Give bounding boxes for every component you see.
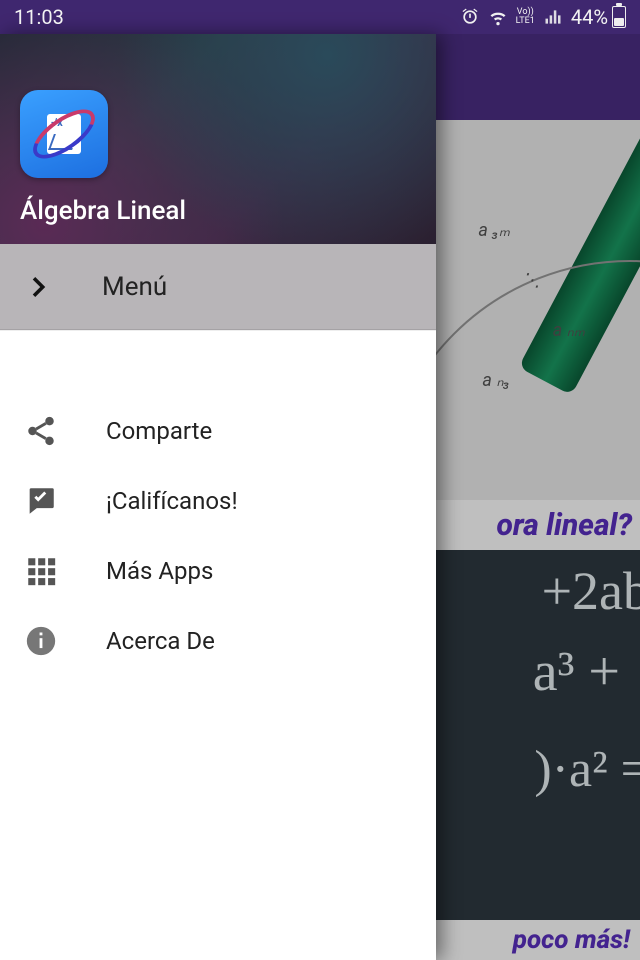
wifi-icon (488, 7, 508, 27)
battery-fill (614, 18, 624, 26)
chevron-right-icon (24, 272, 54, 302)
lte-indicator: Vo)) LTE1 (516, 8, 535, 26)
alarm-icon (460, 7, 480, 27)
status-bar: 11:03 Vo)) LTE1 44% (0, 0, 640, 34)
drawer-menu-button[interactable]: Menú (0, 244, 436, 330)
app-title: Álgebra Lineal (20, 196, 416, 226)
drawer-item-label: Más Apps (106, 557, 213, 585)
battery-indicator: 44% (571, 5, 626, 29)
drawer-scrim[interactable] (436, 34, 640, 960)
drawer-list: Comparte ¡Califícanos! Más Apps Acerca D… (0, 336, 436, 676)
drawer-header: Álgebra Lineal (0, 34, 436, 244)
navigation-drawer: Álgebra Lineal Menú Comparte ¡Califícano… (0, 34, 436, 960)
drawer-item-label: ¡Califícanos! (106, 487, 238, 515)
share-icon (24, 414, 58, 448)
lte-line2: LTE1 (516, 17, 535, 26)
drawer-item-label: Acerca De (106, 627, 215, 655)
drawer-item-label: Comparte (106, 417, 212, 445)
drawer-item-share[interactable]: Comparte (0, 396, 436, 466)
status-clock: 11:03 (14, 5, 64, 29)
apps-icon (24, 554, 58, 588)
drawer-menu-label: Menú (102, 272, 167, 302)
info-icon (24, 624, 58, 658)
drawer-item-about[interactable]: Acerca De (0, 606, 436, 676)
signal-icon (543, 7, 563, 27)
drawer-item-more-apps[interactable]: Más Apps (0, 536, 436, 606)
rate-icon (24, 484, 58, 518)
app-icon (20, 90, 108, 178)
status-icons: Vo)) LTE1 44% (460, 5, 626, 29)
battery-icon (612, 6, 626, 28)
battery-text: 44% (571, 5, 608, 29)
drawer-item-rate[interactable]: ¡Califícanos! (0, 466, 436, 536)
